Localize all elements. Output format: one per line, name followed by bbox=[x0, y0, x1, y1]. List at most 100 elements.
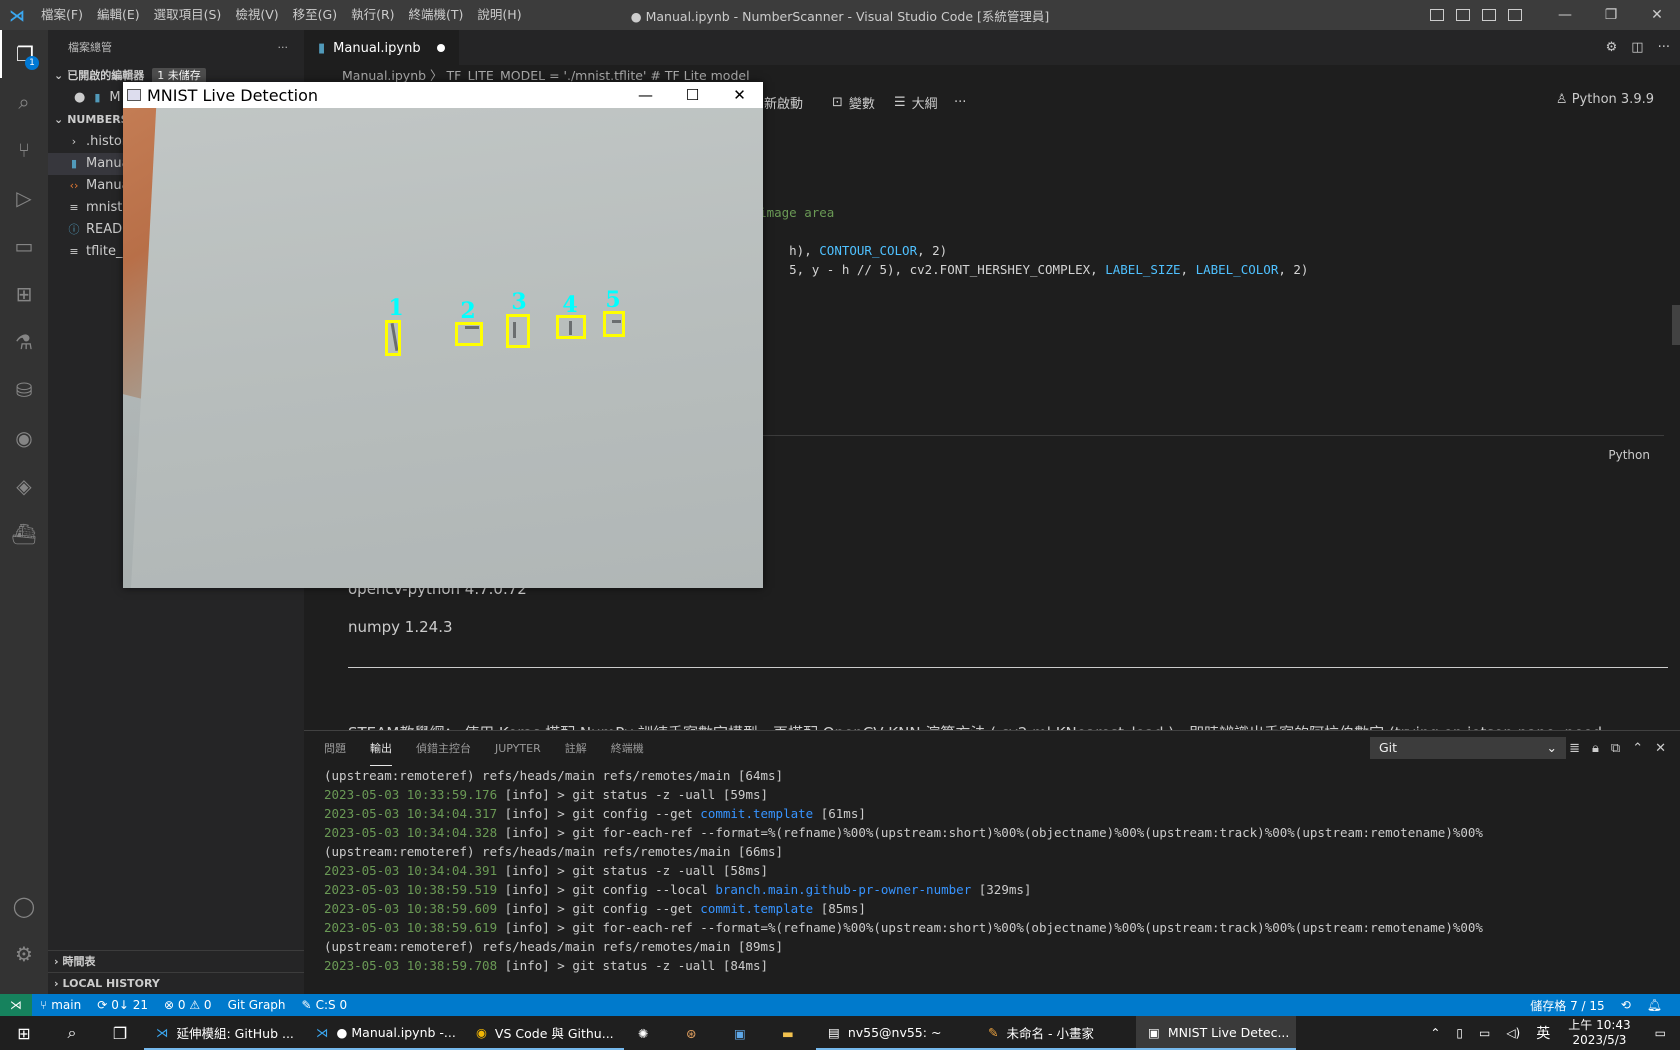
tab-manual-ipynb[interactable]: ▮ Manual.ipynb bbox=[304, 30, 459, 65]
taskbar-item-mnist[interactable]: ▣ MNIST Live Detec... bbox=[1136, 1016, 1296, 1050]
more-actions-icon[interactable]: ··· bbox=[278, 30, 289, 65]
tab-comments[interactable]: 註解 bbox=[565, 731, 587, 766]
toggle-sidebar-icon[interactable] bbox=[1430, 9, 1444, 21]
cell-language-label[interactable]: Python bbox=[1608, 448, 1650, 462]
log-line: 2023-05-03 10:38:59.708 [info] > git sta… bbox=[324, 956, 1664, 975]
menu-edit[interactable]: 編輯(E) bbox=[90, 0, 147, 30]
scrollbar-slider[interactable] bbox=[1672, 305, 1680, 345]
variables-button[interactable]: ⊡ 變數 bbox=[832, 93, 875, 112]
timeline-section[interactable]: › 時間表 bbox=[48, 950, 304, 972]
tab-terminal[interactable]: 終端機 bbox=[611, 731, 644, 766]
search-icon[interactable]: ⌕ bbox=[48, 1016, 96, 1050]
taskbar-item-vscode-2[interactable]: ⋊ ● Manual.ipynb -... bbox=[304, 1016, 464, 1050]
settings-gear-icon[interactable]: ⚙ bbox=[0, 930, 48, 978]
log-link[interactable]: commit.template bbox=[700, 901, 813, 916]
run-debug-icon[interactable]: ▷ bbox=[0, 174, 48, 222]
close-panel-icon[interactable]: ✕ bbox=[1655, 741, 1666, 756]
menu-run[interactable]: 執行(R) bbox=[344, 0, 401, 30]
extensions-icon[interactable]: ⊞ bbox=[0, 270, 48, 318]
task-view-icon[interactable]: ❐ bbox=[96, 1016, 144, 1050]
notifications-icon[interactable]: 🔔︎ bbox=[1639, 997, 1670, 1014]
tab-problems[interactable]: 問題 bbox=[324, 731, 346, 766]
restore-button[interactable]: ❐ bbox=[1588, 0, 1634, 30]
mnist-maximize-button[interactable]: ☐ bbox=[669, 82, 716, 108]
tray-device-icon[interactable]: ▯ bbox=[1448, 1026, 1471, 1040]
split-editor-icon[interactable]: ◫ bbox=[1631, 40, 1643, 55]
app-icon: ⊛ bbox=[686, 1025, 697, 1041]
outline-button[interactable]: ☰ 大綱 bbox=[894, 93, 938, 112]
mnist-close-button[interactable]: ✕ bbox=[716, 82, 763, 108]
problems-indicator[interactable]: ⊗ 0 ⚠ 0 bbox=[156, 998, 220, 1012]
log-link[interactable]: branch.main.github-pr-owner-number bbox=[715, 882, 971, 897]
customize-layout-icon[interactable] bbox=[1508, 9, 1522, 21]
output-log[interactable]: (upstream:remoteref) refs/heads/main ref… bbox=[324, 766, 1664, 975]
toggle-panel-icon[interactable] bbox=[1456, 9, 1470, 21]
remote-explorer-icon[interactable]: ▭ bbox=[0, 222, 48, 270]
open-in-editor-icon[interactable]: ⧉ bbox=[1611, 741, 1620, 756]
docker-icon[interactable]: ⛴ bbox=[0, 510, 48, 558]
maximize-panel-icon[interactable]: ⌃ bbox=[1632, 741, 1643, 756]
ime-indicator[interactable]: 英 bbox=[1528, 1023, 1558, 1043]
tab-output[interactable]: 輸出 bbox=[370, 731, 392, 766]
branch-indicator[interactable]: ⑂ main bbox=[32, 998, 89, 1012]
log-line: 2023-05-03 10:34:04.391 [info] > git sta… bbox=[324, 861, 1664, 880]
notification-center-icon[interactable]: ▭ bbox=[1641, 1026, 1680, 1040]
menu-terminal[interactable]: 終端機(T) bbox=[402, 0, 471, 30]
taskbar-item-app[interactable]: ⊛ bbox=[672, 1016, 720, 1050]
clear-output-icon[interactable]: ≣ bbox=[1569, 741, 1580, 756]
taskbar-item-chatgpt[interactable]: ✺ bbox=[624, 1016, 672, 1050]
paper-sheet bbox=[128, 108, 763, 588]
lock-scroll-icon[interactable]: 🔒︎ bbox=[1592, 741, 1599, 756]
tab-debug-console[interactable]: 偵錯主控台 bbox=[416, 731, 471, 766]
explorer-icon[interactable]: ❐ 1 bbox=[0, 30, 48, 78]
settings-gear-icon[interactable]: ⚙ bbox=[1606, 40, 1618, 55]
taskbar-item-paint[interactable]: ✎ 未命名 - 小畫家 bbox=[976, 1016, 1136, 1050]
close-button[interactable]: ✕ bbox=[1634, 0, 1680, 30]
menu-view[interactable]: 檢視(V) bbox=[228, 0, 285, 30]
detection-label-1: 1 bbox=[388, 295, 404, 321]
sync-indicator[interactable]: ⟳ 0↓ 21 bbox=[89, 998, 156, 1012]
window-app-icon bbox=[127, 89, 141, 101]
unsaved-dot-icon[interactable] bbox=[436, 44, 445, 52]
taskbar-item-chrome[interactable]: ◉ VS Code 與 Githu... bbox=[464, 1016, 624, 1050]
more-actions-icon[interactable]: ··· bbox=[1658, 40, 1670, 55]
network-icon[interactable]: ▭ bbox=[1471, 1026, 1498, 1040]
testing-icon[interactable]: ⚗ bbox=[0, 318, 48, 366]
tab-jupyter[interactable]: JUPYTER bbox=[495, 731, 541, 766]
git-graph-button[interactable]: Git Graph bbox=[220, 998, 294, 1012]
menu-help[interactable]: 說明(H) bbox=[470, 0, 528, 30]
account-icon[interactable]: ◯ bbox=[0, 882, 48, 930]
tray-chevron-up-icon[interactable]: ⌃ bbox=[1422, 1026, 1448, 1040]
menu-file[interactable]: 檔案(F) bbox=[34, 0, 90, 30]
taskbar-item-terminal[interactable]: ▤ nv55@nv55: ~ bbox=[816, 1016, 976, 1050]
mnist-window[interactable]: MNIST Live Detection — ☐ ✕ 1 2 3 4 5 bbox=[123, 82, 763, 588]
toggle-secondary-sidebar-icon[interactable] bbox=[1482, 9, 1496, 21]
cs-indicator[interactable]: ✎ C:S 0 bbox=[294, 998, 356, 1012]
log-link[interactable]: commit.template bbox=[700, 806, 813, 821]
taskbar-item-vscode-1[interactable]: ⋊ 延伸模組: GitHub ... bbox=[144, 1016, 304, 1050]
cell-indicator[interactable]: 儲存格 7 / 15 bbox=[1522, 997, 1612, 1014]
mnist-minimize-button[interactable]: — bbox=[622, 82, 669, 108]
menu-go[interactable]: 移至(G) bbox=[286, 0, 344, 30]
kernel-picker[interactable]: ♙ Python 3.9.9 bbox=[1556, 92, 1654, 107]
restart-button[interactable]: 新啟動 bbox=[764, 93, 803, 112]
menu-selection[interactable]: 選取項目(S) bbox=[147, 0, 229, 30]
source-control-icon[interactable]: ⑂ bbox=[0, 126, 48, 174]
taskbar-item-control[interactable]: ▣ bbox=[720, 1016, 768, 1050]
database-icon[interactable]: ⛁ bbox=[0, 366, 48, 414]
volume-icon[interactable]: ◁) bbox=[1498, 1026, 1528, 1040]
minimize-button[interactable]: — bbox=[1542, 0, 1588, 30]
log-text: (upstream:remoteref) refs/heads/main ref… bbox=[324, 844, 784, 859]
search-icon[interactable]: ⌕ bbox=[0, 78, 48, 126]
toolbar-more-button[interactable]: ··· bbox=[954, 95, 966, 110]
mnist-titlebar[interactable]: MNIST Live Detection — ☐ ✕ bbox=[123, 82, 763, 108]
local-history-section[interactable]: › LOCAL HISTORY bbox=[48, 972, 304, 994]
remote-indicator-icon[interactable]: ⋊ bbox=[0, 994, 32, 1016]
windows-start-icon[interactable]: ⊞ bbox=[0, 1016, 48, 1050]
output-channel-select[interactable]: Git ⌄ bbox=[1370, 737, 1566, 759]
github-icon[interactable]: ◉ bbox=[0, 414, 48, 462]
feedback-icon[interactable]: ⟲ bbox=[1613, 997, 1639, 1014]
clock[interactable]: 上午 10:43 2023/5/3 bbox=[1558, 1018, 1640, 1048]
taskbar-item-explorer[interactable]: ▬ bbox=[768, 1016, 816, 1050]
layers-icon[interactable]: ◈ bbox=[0, 462, 48, 510]
